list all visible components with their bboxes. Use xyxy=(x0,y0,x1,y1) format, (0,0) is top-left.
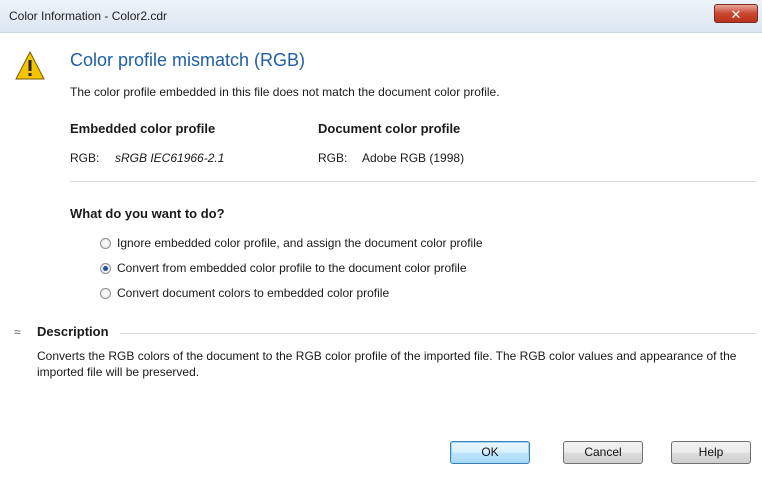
cancel-button[interactable]: Cancel xyxy=(563,441,643,464)
option-convert-embedded[interactable]: Convert from embedded color profile to t… xyxy=(100,260,467,276)
section-divider xyxy=(70,181,756,182)
embedded-profile-value: sRGB IEC61966-2.1 xyxy=(115,151,225,165)
radio-button[interactable] xyxy=(100,287,111,299)
action-question: What do you want to do? xyxy=(70,206,225,221)
option-label[interactable]: Convert from embedded color profile to t… xyxy=(117,261,467,275)
ok-button[interactable]: OK xyxy=(450,441,530,464)
description-divider xyxy=(120,333,756,334)
document-profile-label: RGB: xyxy=(318,151,348,165)
close-button[interactable]: ✕ xyxy=(714,4,758,23)
warning-icon xyxy=(15,51,45,80)
description-title: Description xyxy=(37,324,109,339)
dialog-body: Color profile mismatch (RGB) The color p… xyxy=(0,33,762,481)
dialog-subtext: The color profile embedded in this file … xyxy=(70,85,500,99)
option-label[interactable]: Ignore embedded color profile, and assig… xyxy=(117,236,483,250)
dialog-headline: Color profile mismatch (RGB) xyxy=(70,50,306,70)
description-text: Converts the RGB colors of the document … xyxy=(37,349,737,379)
document-profile-value: Adobe RGB (1998) xyxy=(362,151,465,165)
document-profile-heading: Document color profile xyxy=(318,121,461,136)
help-button[interactable]: Help xyxy=(671,441,751,464)
radio-button[interactable] xyxy=(100,237,111,249)
option-convert-document[interactable]: Convert document colors to embedded colo… xyxy=(100,285,389,301)
option-label[interactable]: Convert document colors to embedded colo… xyxy=(117,286,389,300)
title-bar: Color Information - Color2.cdr ✕ xyxy=(0,0,762,33)
window-title: Color Information - Color2.cdr xyxy=(9,9,168,23)
radio-button-selected[interactable] xyxy=(100,262,111,274)
embedded-profile-heading: Embedded color profile xyxy=(70,121,216,136)
embedded-profile-label: RGB: xyxy=(70,151,100,165)
collapse-chevron-icon[interactable]: ≈ xyxy=(14,325,21,339)
option-ignore-embedded[interactable]: Ignore embedded color profile, and assig… xyxy=(100,235,483,251)
